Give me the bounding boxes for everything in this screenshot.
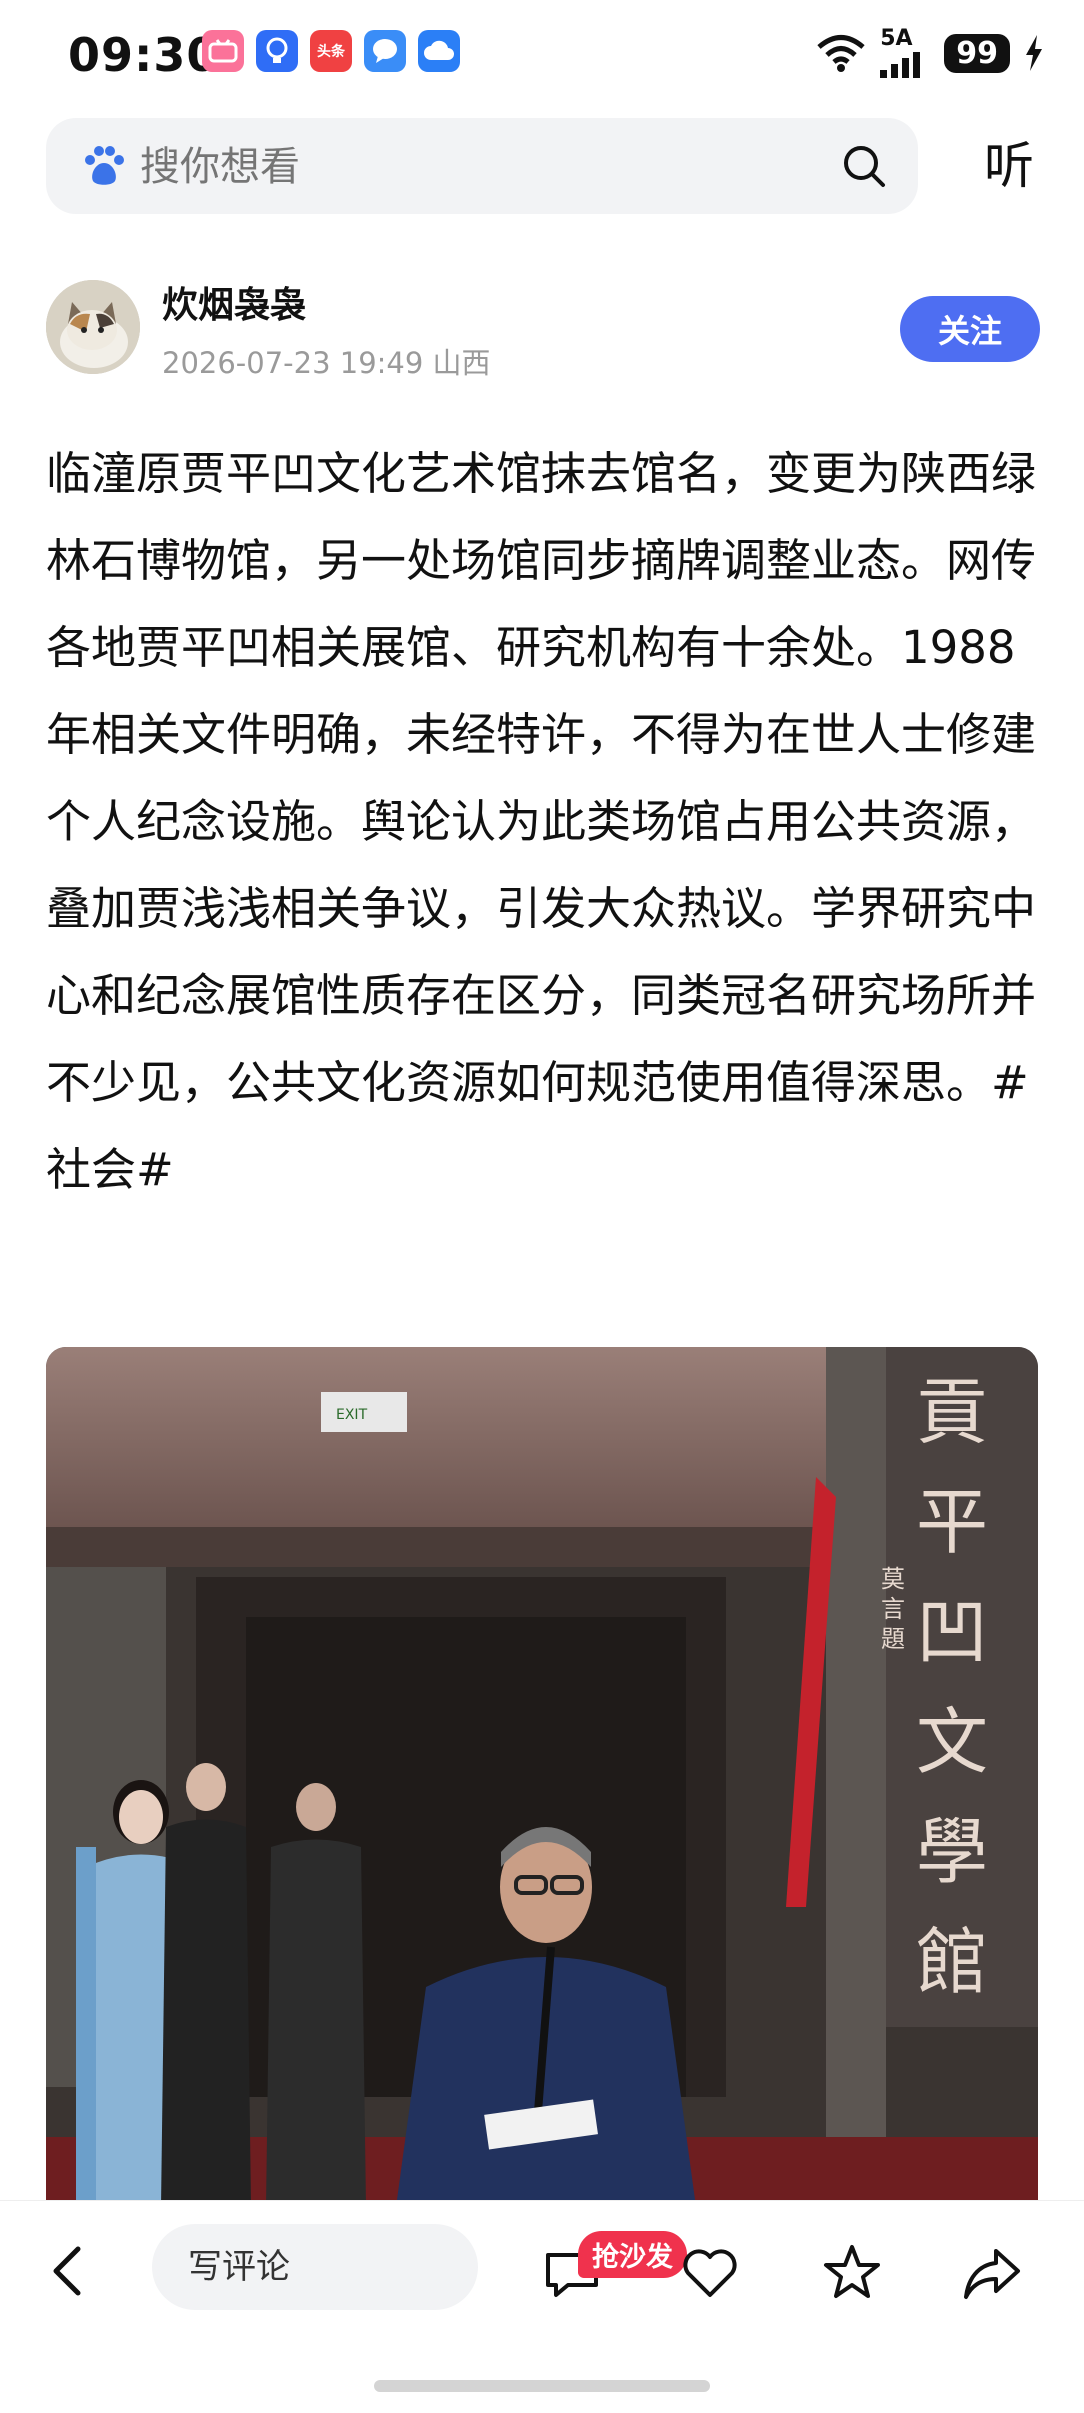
news-photo[interactable]: EXIT 貢 平 凹 文 學 館 莫 言 題 bbox=[46, 1347, 1038, 2207]
bulb-icon bbox=[256, 30, 298, 72]
favorite-star-icon[interactable] bbox=[820, 2241, 884, 2305]
author-name[interactable]: 炊烟袅袅 bbox=[162, 276, 306, 328]
status-indicators: 5A 99 bbox=[816, 28, 1044, 78]
charging-icon bbox=[1026, 35, 1042, 71]
listen-button[interactable]: 听 bbox=[984, 128, 1034, 204]
home-indicator[interactable] bbox=[374, 2380, 710, 2392]
toutiao-icon: 头条 bbox=[310, 30, 352, 72]
search-input[interactable] bbox=[138, 118, 657, 216]
plaque-char-4: 文 bbox=[916, 1700, 988, 1784]
post-location: 山西 bbox=[432, 346, 491, 380]
post-meta: 2026-07-23 19:49 山西 bbox=[162, 340, 491, 382]
post-datetime: 2026-07-23 19:49 bbox=[162, 346, 424, 380]
status-bar: 09:30 头条 5A 99 bbox=[0, 0, 1084, 110]
message-icon bbox=[364, 30, 406, 72]
share-icon[interactable] bbox=[960, 2241, 1024, 2305]
exit-sign: EXIT bbox=[336, 1407, 368, 1423]
toutiao-label: 头条 bbox=[317, 44, 345, 60]
bilibili-icon bbox=[202, 30, 244, 72]
signal-icon bbox=[880, 52, 921, 78]
battery-level: 99 bbox=[944, 33, 1010, 73]
plaque-char-1: 貢 bbox=[916, 1370, 988, 1454]
sofa-badge: 抢沙发 bbox=[578, 2231, 687, 2278]
search-icon[interactable] bbox=[840, 142, 888, 190]
follow-button[interactable]: 关注 bbox=[900, 296, 1040, 362]
plaque-sign-3: 題 bbox=[881, 1625, 905, 1653]
cloud-icon bbox=[418, 30, 460, 72]
plaque-char-5: 學 bbox=[916, 1810, 988, 1894]
status-time: 09:30 bbox=[68, 28, 220, 82]
avatar[interactable] bbox=[46, 280, 140, 374]
plaque-sign-2: 言 bbox=[881, 1595, 905, 1623]
plaque-char-2: 平 bbox=[916, 1480, 988, 1564]
comment-input[interactable]: 写评论 bbox=[152, 2224, 478, 2310]
back-icon[interactable] bbox=[40, 2241, 100, 2301]
plaque-sign-1: 莫 bbox=[881, 1565, 905, 1593]
plaque-char-3: 凹 bbox=[916, 1590, 988, 1674]
plaque-char-6: 館 bbox=[916, 1920, 988, 2004]
like-icon[interactable] bbox=[678, 2241, 742, 2305]
baidu-paw-icon bbox=[85, 146, 124, 185]
network-label: 5A bbox=[880, 26, 913, 51]
search-bar[interactable] bbox=[46, 118, 918, 216]
article-body: 临潼原贾平凹文化艺术馆抹去馆名，变更为陕西绿林石博物馆，另一处场馆同步摘牌调整业… bbox=[46, 447, 1037, 1196]
wifi-icon bbox=[817, 35, 865, 72]
